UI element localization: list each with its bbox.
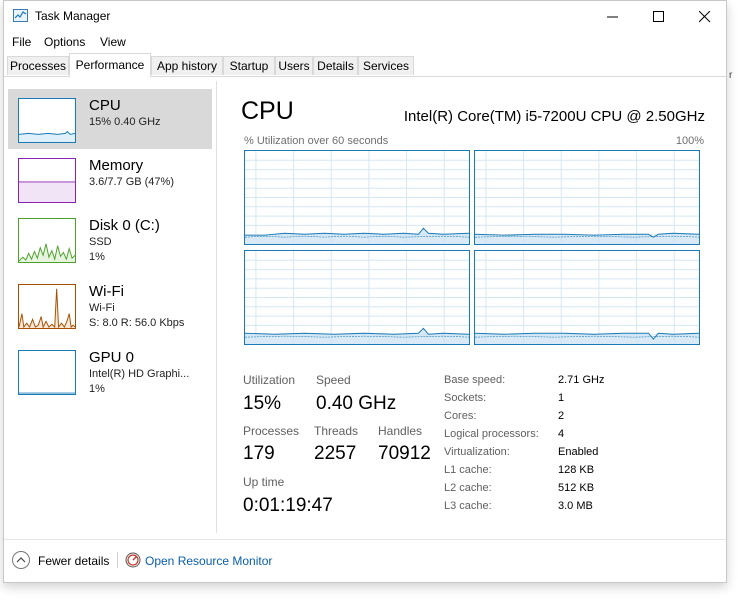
close-button[interactable] [682, 1, 728, 32]
sidebar-title-wifi: Wi-Fi [89, 283, 124, 300]
sidebar-item-memory[interactable]: Memory 3.6/7.7 GB (47%) [8, 149, 212, 209]
spec-label-virtualization: Virtualization: [444, 446, 510, 458]
background-window-text: r [729, 70, 733, 81]
menu-file[interactable]: File [12, 35, 31, 49]
tab-app-history[interactable]: App history [151, 56, 223, 75]
sidebar-title-gpu: GPU 0 [89, 349, 135, 366]
sidebar-sub-wifi-adapter: Wi-Fi [89, 302, 115, 314]
tab-services[interactable]: Services [358, 56, 414, 75]
graph-caption: % Utilization over 60 seconds [244, 135, 389, 147]
spec-value-virtualization: Enabled [558, 446, 599, 458]
tab-bar: Processes Performance App history Startu… [4, 53, 726, 77]
sidebar-sub-gpu-name: Intel(R) HD Graphi... [89, 368, 190, 380]
handles-label: Handles [378, 424, 423, 438]
threads-label: Threads [314, 424, 359, 438]
performance-sidebar: CPU 15% 0.40 GHz Memory 3.6/7.7 GB (47%)… [4, 77, 216, 531]
cpu-core-graph-2 [474, 150, 700, 245]
menu-view[interactable]: View [100, 35, 126, 49]
close-icon [699, 11, 711, 23]
graph-max-label: 100% [675, 135, 704, 147]
sidebar-item-cpu[interactable]: CPU 15% 0.40 GHz [8, 89, 212, 149]
window-title: Task Manager [35, 9, 111, 23]
tab-users[interactable]: Users [275, 56, 313, 75]
tab-startup[interactable]: Startup [223, 56, 275, 75]
footer-divider [4, 539, 726, 540]
spec-value-base-speed: 2.71 GHz [558, 374, 605, 386]
open-resource-monitor-link[interactable]: Open Resource Monitor [145, 554, 272, 568]
cpu-core-graph-4 [474, 250, 700, 345]
wifi-thumbnail-graph [18, 284, 76, 329]
processes-label: Processes [243, 424, 300, 438]
memory-thumbnail-graph [18, 158, 76, 203]
gpu-thumbnail-graph [18, 350, 76, 395]
spec-value-l1-cache: 128 KB [558, 464, 595, 476]
sidebar-sub-gpu-usage: 1% [89, 383, 105, 395]
sidebar-title-cpu: CPU [89, 97, 121, 114]
sidebar-item-disk[interactable]: Disk 0 (C:) SSD 1% [8, 209, 212, 269]
handles-value: 70912 [378, 443, 431, 464]
spec-label-l1-cache: L1 cache: [444, 464, 492, 476]
spec-label-sockets: Sockets: [444, 392, 487, 404]
spec-value-sockets: 1 [558, 392, 565, 404]
fewer-details-link[interactable]: Fewer details [38, 554, 109, 568]
sidebar-sub-memory: 3.6/7.7 GB (47%) [89, 176, 174, 188]
tab-details[interactable]: Details [313, 56, 358, 75]
sidebar-item-wifi[interactable]: Wi-Fi Wi-Fi S: 8.0 R: 56.0 Kbps [8, 275, 212, 335]
threads-value: 2257 [314, 443, 357, 464]
sidebar-sub-wifi-rate: S: 8.0 R: 56.0 Kbps [89, 317, 185, 329]
sidebar-title-disk: Disk 0 (C:) [89, 217, 160, 234]
spec-label-logical-processors: Logical processors: [444, 428, 539, 440]
utilization-label: Utilization [243, 373, 296, 387]
sidebar-sub-disk-type: SSD [89, 236, 112, 248]
spec-label-l2-cache: L2 cache: [444, 482, 492, 494]
title-bar[interactable]: Task Manager [4, 1, 726, 32]
tab-processes[interactable]: Processes [7, 56, 69, 75]
cpu-detail-panel: CPU Intel(R) Core(TM) i5-7200U CPU @ 2.5… [217, 77, 727, 533]
spec-value-l3-cache: 3.0 MB [558, 500, 593, 512]
task-manager-window: Task Manager File Options View Processes… [3, 0, 727, 583]
maximize-icon [653, 11, 664, 22]
minimize-icon [607, 16, 618, 18]
uptime-value: 0:01:19:47 [243, 495, 333, 516]
cpu-core-graph-3 [244, 250, 470, 345]
minimize-button[interactable] [590, 1, 636, 32]
spec-value-cores: 2 [558, 410, 565, 422]
chevron-up-icon[interactable] [12, 551, 30, 569]
tab-performance[interactable]: Performance [69, 53, 151, 77]
resource-monitor-icon[interactable] [125, 552, 141, 568]
sidebar-sub-cpu: 15% 0.40 GHz [89, 116, 161, 128]
footer-bar: Fewer details Open Resource Monitor [4, 542, 726, 578]
sidebar-item-gpu[interactable]: GPU 0 Intel(R) HD Graphi... 1% [8, 341, 212, 401]
spec-value-l2-cache: 512 KB [558, 482, 595, 494]
disk-thumbnail-graph [18, 218, 76, 263]
menu-bar: File Options View [4, 32, 726, 53]
uptime-label: Up time [243, 475, 285, 489]
spec-value-logical-processors: 4 [558, 428, 565, 440]
footer-separator [117, 552, 118, 568]
processes-value: 179 [243, 443, 275, 464]
speed-value: 0.40 GHz [316, 393, 397, 414]
cpu-thumbnail-graph [18, 98, 76, 143]
task-manager-icon [13, 9, 28, 22]
menu-options[interactable]: Options [44, 35, 85, 49]
page-title: CPU [241, 97, 294, 125]
sidebar-title-memory: Memory [89, 157, 144, 174]
maximize-button[interactable] [636, 1, 682, 32]
speed-label: Speed [316, 373, 351, 387]
sidebar-sub-disk-usage: 1% [89, 251, 105, 263]
utilization-value: 15% [243, 393, 282, 414]
cpu-model-name: Intel(R) Core(TM) i5-7200U CPU @ 2.50GHz [403, 108, 705, 125]
spec-label-l3-cache: L3 cache: [444, 500, 492, 512]
spec-label-base-speed: Base speed: [444, 374, 506, 386]
spec-label-cores: Cores: [444, 410, 477, 422]
cpu-core-graph-1 [244, 150, 470, 245]
